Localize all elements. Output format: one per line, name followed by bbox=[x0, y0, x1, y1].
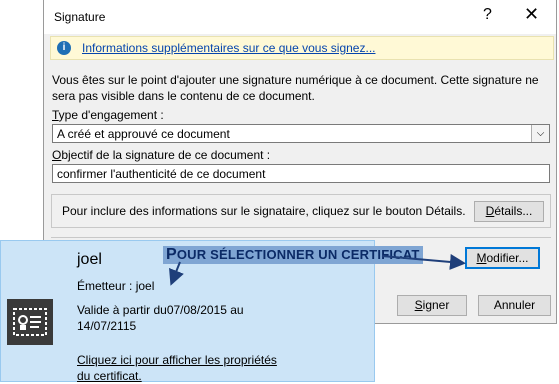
sign-accelerator: S bbox=[414, 298, 423, 312]
certificate-icon bbox=[7, 299, 53, 345]
commitment-type-label: Type d'engagement : bbox=[52, 108, 164, 122]
certificate-validity: Valide à partir du07/08/2015 au 14/07/21… bbox=[77, 303, 244, 333]
signer-details-group: Pour inclure des informations sur le sig… bbox=[51, 194, 551, 228]
title-bar: Signature ? ✕ bbox=[44, 0, 556, 34]
commitment-type-select[interactable]: A créé et approuvé ce document ⌵ bbox=[52, 124, 550, 143]
purpose-input[interactable]: confirmer l'authenticité de ce document bbox=[52, 164, 550, 183]
cancel-button[interactable]: Annuler bbox=[478, 295, 551, 316]
details-button-label: étails... bbox=[494, 204, 533, 218]
certificate-issuer: Émetteur : joel bbox=[77, 279, 155, 293]
sign-button[interactable]: Signer bbox=[397, 295, 467, 316]
more-info-link[interactable]: Informations supplémentaires sur ce que … bbox=[82, 41, 375, 55]
commitment-accelerator: T bbox=[52, 108, 59, 122]
intro-text: Vous êtes sur le point d'ajouter une sig… bbox=[52, 73, 539, 103]
details-button[interactable]: Détails... bbox=[474, 201, 544, 222]
purpose-accelerator: O bbox=[52, 148, 62, 162]
sign-button-label: igner bbox=[422, 298, 450, 312]
certificate-name: joel bbox=[77, 251, 102, 268]
chevron-down-icon[interactable]: ⌵ bbox=[531, 125, 549, 142]
info-icon: i bbox=[57, 41, 71, 55]
dialog-title: Signature bbox=[54, 10, 106, 24]
separator bbox=[51, 237, 551, 238]
info-bar: i Informations supplémentaires sur ce qu… bbox=[50, 36, 554, 60]
help-button[interactable]: ? bbox=[483, 6, 492, 24]
close-button[interactable]: ✕ bbox=[524, 4, 539, 25]
annotation-first-letter: P bbox=[166, 246, 177, 263]
details-info-text: Pour inclure des informations sur le sig… bbox=[62, 204, 466, 218]
purpose-label: Objectif de la signature de ce document … bbox=[52, 148, 270, 162]
annotation-text: OUR SÉLECTIONNER UN CERTIFICAT bbox=[176, 247, 420, 262]
purpose-label-text: bjectif de la signature de ce document : bbox=[61, 148, 271, 162]
modify-button-label: odifier... bbox=[486, 251, 529, 265]
certificate-properties-link[interactable]: Cliquez ici pour afficher les propriétés… bbox=[77, 352, 277, 384]
purpose-input-value: confirmer l'authenticité de ce document bbox=[57, 167, 266, 181]
modify-accelerator: M bbox=[476, 251, 487, 265]
commitment-label-text: ype d'engagement : bbox=[58, 108, 164, 122]
annotation-callout: POUR SÉLECTIONNER UN CERTIFICAT bbox=[163, 246, 423, 264]
modify-button[interactable]: Modifier... bbox=[465, 247, 540, 269]
commitment-type-value: A créé et approuvé ce document bbox=[57, 127, 230, 141]
